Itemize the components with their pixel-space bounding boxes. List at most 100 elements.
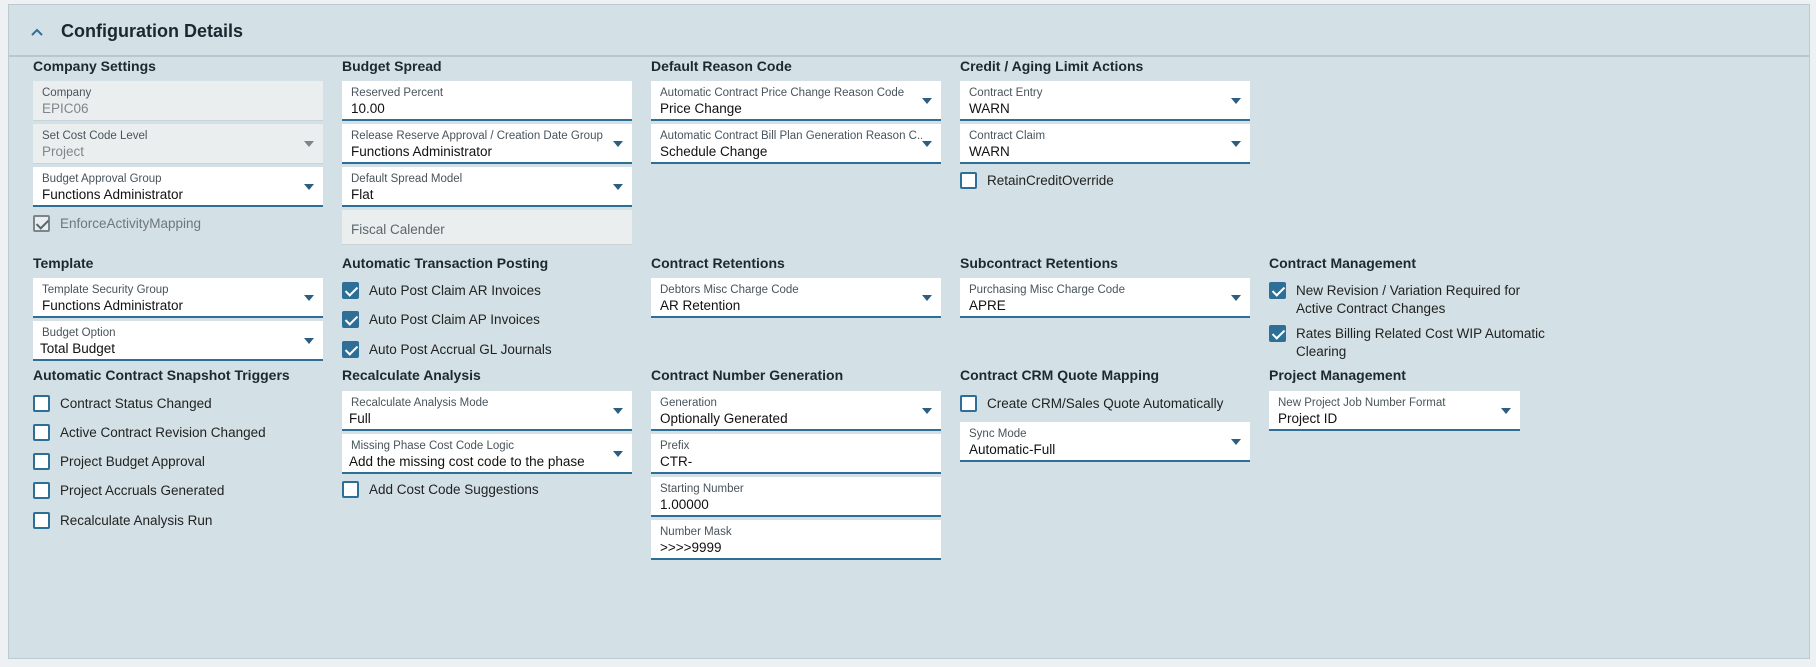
credit-aging-title: Credit / Aging Limit Actions: [960, 58, 1144, 74]
cost-code-level-select: Set Cost Code Level Project: [33, 124, 323, 164]
checkbox-box[interactable]: [1269, 282, 1286, 299]
crm-quote-title: Contract CRM Quote Mapping: [960, 367, 1160, 383]
reserved-percent-input[interactable]: Reserved Percent 10.00: [342, 81, 632, 121]
generation-value: Optionally Generated: [660, 411, 788, 426]
checkbox-box[interactable]: [33, 512, 50, 529]
price-change-reason-value: Price Change: [660, 101, 742, 116]
company-value: EPIC06: [42, 101, 89, 116]
checkbox-label: Create CRM/Sales Quote Automatically: [987, 396, 1224, 411]
price-change-reason-select[interactable]: Automatic Contract Price Change Reason C…: [651, 81, 941, 121]
job-number-format-select[interactable]: New Project Job Number Format Project ID: [1269, 391, 1520, 431]
panel-header[interactable]: Configuration Details: [9, 5, 1809, 57]
dropdown-caret-icon[interactable]: [613, 408, 623, 414]
contract-claim-label: Contract Claim: [969, 130, 1046, 142]
checkbox-label: Rates Billing Related Cost WIP Automatic…: [1296, 326, 1545, 359]
checkbox-label: Auto Post Accrual GL Journals: [369, 342, 552, 357]
missing-phase-logic-label: Missing Phase Cost Code Logic: [351, 440, 514, 452]
checkbox-label: Active Contract Revision Changed: [60, 425, 266, 440]
debtors-misc-charge-label: Debtors Misc Charge Code: [660, 284, 799, 296]
contract-retentions-title: Contract Retentions: [651, 255, 785, 271]
budget-option-select[interactable]: Budget Option Total Budget: [33, 321, 323, 361]
reserved-percent-value[interactable]: 10.00: [351, 101, 609, 116]
checkbox-label: RetainCreditOverride: [987, 173, 1114, 188]
debtors-misc-charge-value: AR Retention: [660, 298, 741, 313]
default-spread-model-select[interactable]: Default Spread Model Flat: [342, 167, 632, 207]
dropdown-caret-icon[interactable]: [1231, 439, 1241, 445]
recalc-mode-select[interactable]: Recalculate Analysis Mode Full: [342, 391, 632, 431]
debtors-misc-charge-select[interactable]: Debtors Misc Charge Code AR Retention: [651, 278, 941, 318]
contract-entry-select[interactable]: Contract Entry WARN: [960, 81, 1250, 121]
sync-mode-label: Sync Mode: [969, 428, 1027, 440]
default-spread-model-label: Default Spread Model: [351, 173, 463, 185]
template-title: Template: [33, 255, 94, 271]
dropdown-caret-icon[interactable]: [613, 451, 623, 457]
dropdown-caret-icon[interactable]: [922, 295, 932, 301]
checkbox-label: Add Cost Code Suggestions: [369, 482, 539, 497]
prefix-input[interactable]: Prefix CTR-: [651, 434, 941, 474]
bill-plan-reason-select[interactable]: Automatic Contract Bill Plan Generation …: [651, 124, 941, 164]
sync-mode-select[interactable]: Sync Mode Automatic-Full: [960, 422, 1250, 462]
dropdown-caret-icon[interactable]: [922, 141, 932, 147]
dropdown-caret-icon[interactable]: [304, 295, 314, 301]
checkbox-box[interactable]: [342, 341, 359, 358]
purchasing-misc-charge-select[interactable]: Purchasing Misc Charge Code APRE: [960, 278, 1250, 318]
release-reserve-group-label: Release Reserve Approval / Creation Date…: [351, 130, 603, 142]
dropdown-caret-icon[interactable]: [613, 184, 623, 190]
recalc-analysis-title: Recalculate Analysis: [342, 367, 481, 383]
recalc-mode-label: Recalculate Analysis Mode: [351, 397, 489, 409]
starting-number-value[interactable]: 1.00000: [660, 497, 918, 512]
budget-spread-title: Budget Spread: [342, 58, 442, 74]
checkbox-box[interactable]: [960, 395, 977, 412]
checkbox-label: Auto Post Claim AR Invoices: [369, 283, 541, 298]
checkbox-box[interactable]: [960, 172, 977, 189]
dropdown-caret-icon[interactable]: [304, 338, 314, 344]
chevron-up-icon[interactable]: [27, 22, 47, 42]
fiscal-calender-placeholder: Fiscal Calender: [351, 222, 445, 237]
generation-select[interactable]: Generation Optionally Generated: [651, 391, 941, 431]
dropdown-caret-icon[interactable]: [1231, 295, 1241, 301]
budget-approval-group-select[interactable]: Budget Approval Group Functions Administ…: [33, 167, 323, 207]
dropdown-caret-icon[interactable]: [1231, 141, 1241, 147]
cost-code-level-label: Set Cost Code Level: [42, 130, 148, 142]
contract-claim-select[interactable]: Contract Claim WARN: [960, 124, 1250, 164]
dropdown-caret-icon[interactable]: [922, 98, 932, 104]
checkbox-box[interactable]: [33, 395, 50, 412]
number-mask-value[interactable]: >>>>9999: [660, 540, 918, 555]
project-management-title: Project Management: [1269, 367, 1406, 383]
generation-label: Generation: [660, 397, 717, 409]
budget-approval-group-label: Budget Approval Group: [42, 173, 162, 185]
checkbox-box[interactable]: [342, 282, 359, 299]
checkbox-box[interactable]: [33, 424, 50, 441]
budget-option-value: Total Budget: [40, 341, 116, 356]
dropdown-caret-icon[interactable]: [304, 184, 314, 190]
checkbox-box[interactable]: [342, 481, 359, 498]
checkbox-label: New Revision / Variation Required for Ac…: [1296, 283, 1521, 316]
checkbox-box[interactable]: [1269, 325, 1286, 342]
snapshot-triggers-title: Automatic Contract Snapshot Triggers: [33, 367, 290, 383]
starting-number-input[interactable]: Starting Number 1.00000: [651, 477, 941, 517]
number-mask-input[interactable]: Number Mask >>>>9999: [651, 520, 941, 560]
recalc-mode-value: Full: [349, 411, 371, 426]
checkbox-label: Auto Post Claim AP Invoices: [369, 312, 540, 327]
subcontract-retentions-title: Subcontract Retentions: [960, 255, 1118, 271]
dropdown-caret-icon[interactable]: [613, 141, 623, 147]
release-reserve-group-select[interactable]: Release Reserve Approval / Creation Date…: [342, 124, 632, 164]
default-spread-model-value: Flat: [351, 187, 374, 202]
prefix-value[interactable]: CTR-: [660, 454, 918, 469]
budget-option-label: Budget Option: [42, 327, 116, 339]
dropdown-caret-icon[interactable]: [1231, 98, 1241, 104]
sync-mode-value: Automatic-Full: [969, 442, 1056, 457]
checkbox-box[interactable]: [33, 482, 50, 499]
checkbox-box[interactable]: [33, 453, 50, 470]
fiscal-calender-field: Fiscal Calender: [342, 210, 632, 245]
prefix-label: Prefix: [660, 440, 690, 452]
dropdown-caret-icon[interactable]: [922, 408, 932, 414]
checkbox-box[interactable]: [342, 311, 359, 328]
template-security-group-select[interactable]: Template Security Group Functions Admini…: [33, 278, 323, 318]
number-mask-label: Number Mask: [660, 526, 732, 538]
missing-phase-logic-select[interactable]: Missing Phase Cost Code Logic Add the mi…: [342, 434, 632, 474]
dropdown-caret-icon: [304, 141, 314, 147]
dropdown-caret-icon[interactable]: [1501, 408, 1511, 414]
checkbox-label: Project Accruals Generated: [60, 483, 225, 498]
budget-approval-group-value: Functions Administrator: [42, 187, 184, 202]
